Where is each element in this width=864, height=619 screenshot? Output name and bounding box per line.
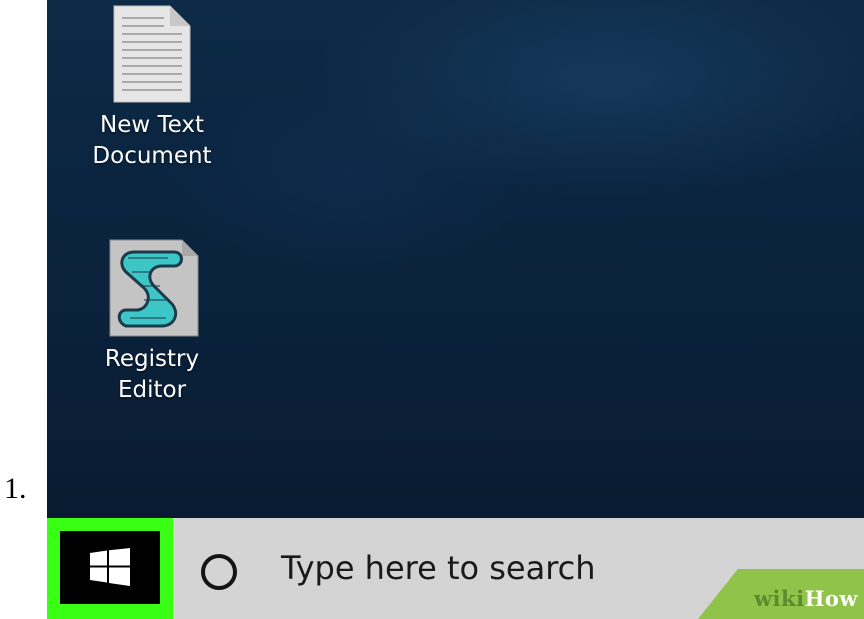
watermark-part-wiki: wiki bbox=[753, 586, 805, 611]
label-line: Document bbox=[92, 143, 212, 169]
label-line: Registry bbox=[104, 346, 200, 372]
watermark-part-how: How bbox=[804, 586, 858, 611]
label-line: New Text bbox=[100, 112, 204, 138]
list-number: 1. bbox=[4, 472, 27, 505]
text-document-icon bbox=[113, 5, 191, 103]
label-line: Editor bbox=[117, 377, 187, 403]
desktop-icon-new-text-document[interactable]: New Text Document bbox=[77, 4, 227, 172]
start-button-inner bbox=[60, 531, 160, 604]
desktop: New Text Document Registry Editor bbox=[47, 0, 864, 518]
desktop-icon-label: New Text Document bbox=[77, 110, 227, 172]
registry-editor-icon bbox=[109, 239, 199, 337]
taskbar: Type here to search wikiHow bbox=[47, 518, 864, 619]
watermark-text: wikiHow bbox=[754, 586, 858, 611]
cortana-circle-icon bbox=[201, 554, 237, 590]
windows-logo-icon bbox=[90, 548, 130, 586]
start-button[interactable] bbox=[47, 518, 173, 619]
desktop-icon-registry-editor[interactable]: Registry Editor bbox=[77, 238, 227, 406]
screenshot: New Text Document Registry Editor Type h… bbox=[47, 0, 864, 619]
desktop-icon-label: Registry Editor bbox=[77, 344, 227, 406]
search-placeholder: Type here to search bbox=[281, 549, 596, 587]
